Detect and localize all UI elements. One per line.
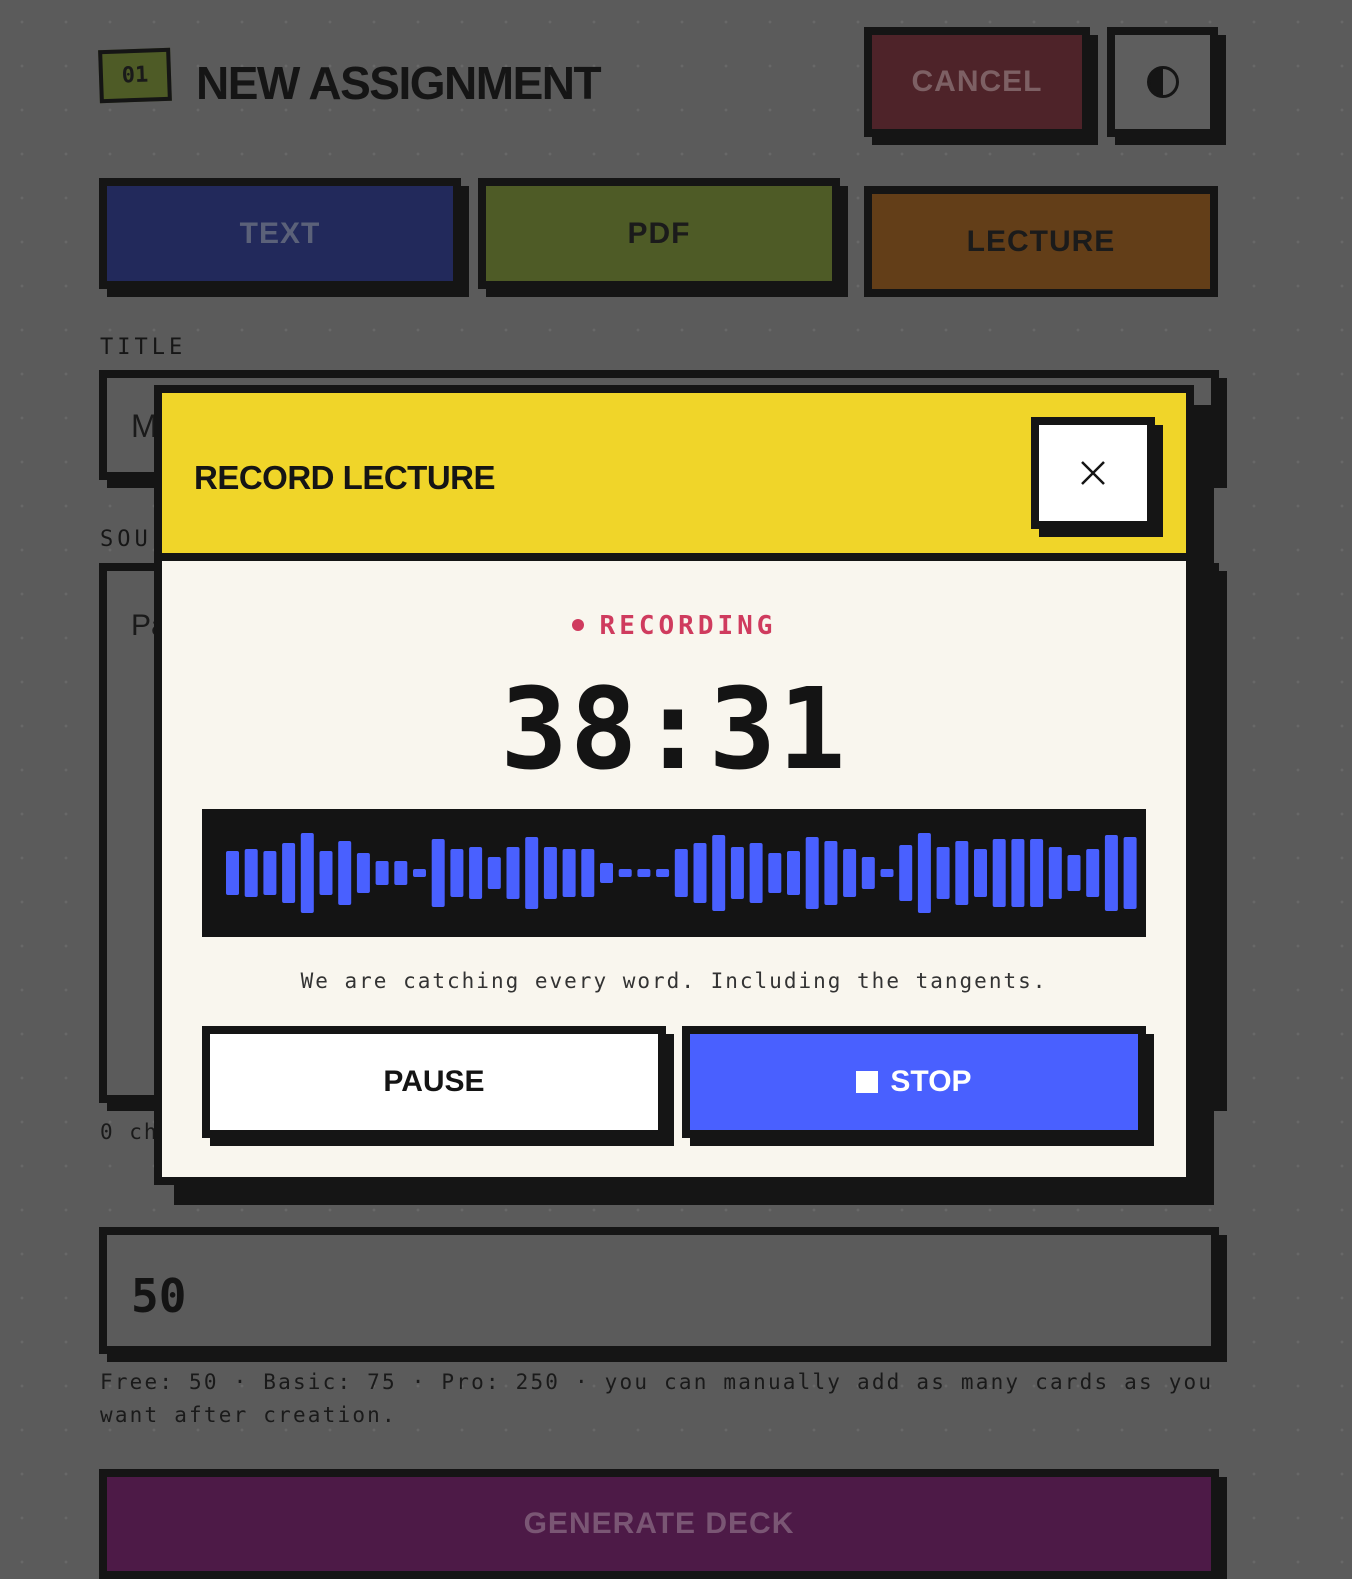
recording-dot-icon	[571, 618, 584, 631]
card-count-value: 50	[131, 1269, 187, 1323]
recording-caption: We are catching every word. Including th…	[300, 969, 1048, 993]
source-type-lecture-button[interactable]: LECTURE	[864, 186, 1218, 297]
waveform-bar	[861, 857, 875, 889]
waveform-bar	[1104, 835, 1118, 911]
waveform-bar	[543, 847, 557, 899]
waveform-bar	[1011, 839, 1025, 907]
stop-button[interactable]: STOP	[682, 1026, 1146, 1138]
source-label: SOU	[100, 527, 152, 552]
card-count-input[interactable]: 50	[99, 1227, 1219, 1354]
waveform-bar	[618, 869, 632, 877]
waveform-bar	[1048, 847, 1062, 899]
modal-title: RECORD LECTURE	[194, 459, 496, 496]
waveform-bar	[693, 843, 707, 903]
waveform-bar	[375, 861, 389, 885]
waveform-bar	[1030, 839, 1044, 907]
source-type-text-button[interactable]: TEXT	[99, 178, 461, 289]
waveform-bar	[282, 843, 296, 903]
step-number: 01	[121, 62, 149, 89]
waveform-bars	[226, 833, 1137, 913]
waveform-bar	[1086, 849, 1100, 897]
waveform-bar	[394, 861, 408, 885]
waveform-bar	[880, 869, 894, 877]
waveform-bar	[768, 853, 782, 893]
pause-label: PAUSE	[383, 1065, 485, 1098]
waveform-bar	[824, 841, 838, 905]
waveform-bar	[899, 845, 913, 901]
title-label: TITLE	[100, 335, 187, 360]
stop-icon	[856, 1071, 879, 1093]
waveform-bar	[469, 847, 483, 899]
waveform-bar	[843, 849, 857, 897]
stop-label: STOP	[890, 1065, 972, 1098]
waveform-bar	[674, 849, 688, 897]
waveform-bar	[562, 849, 576, 897]
waveform-bar	[525, 837, 539, 909]
waveform-bar	[1067, 855, 1081, 891]
recording-timer: 38:31	[500, 665, 848, 795]
waveform-bar	[338, 841, 352, 905]
waveform-bar	[917, 833, 931, 913]
contrast-icon	[1146, 66, 1179, 98]
waveform-bar	[244, 849, 258, 897]
waveform-bar	[319, 851, 333, 895]
waveform-bar	[1123, 837, 1137, 909]
waveform-bar	[936, 847, 950, 899]
source-type-pdf-button[interactable]: PDF	[478, 178, 840, 289]
cancel-button[interactable]: CANCEL	[864, 27, 1090, 137]
waveform-bar	[581, 849, 595, 897]
generate-deck-button[interactable]: GENERATE DECK	[99, 1469, 1219, 1579]
waveform-bar	[656, 869, 670, 877]
waveform-bar	[506, 847, 520, 899]
record-lecture-modal: RECORD LECTURE RECORDING 38:31 We are ca…	[154, 385, 1194, 1185]
waveform-bar	[712, 835, 726, 911]
modal-header: RECORD LECTURE	[162, 393, 1186, 561]
theme-toggle-button[interactable]	[1107, 27, 1218, 137]
waveform-bar	[431, 839, 445, 907]
waveform-bar	[487, 857, 501, 889]
page-title: NEW ASSIGNMENT	[196, 57, 602, 109]
waveform-bar	[805, 837, 819, 909]
waveform-bar	[263, 851, 277, 895]
close-button[interactable]	[1031, 417, 1155, 529]
pause-button[interactable]: PAUSE	[202, 1026, 666, 1138]
card-count-help: Free: 50 · Basic: 75 · Pro: 250 · you ca…	[100, 1370, 1214, 1427]
waveform-bar	[226, 851, 239, 895]
waveform-bar	[413, 869, 426, 877]
waveform-bar	[300, 833, 314, 913]
waveform-bar	[356, 853, 370, 893]
waveform-bar	[637, 869, 651, 877]
waveform-bar	[955, 841, 969, 905]
waveform-bar	[992, 839, 1006, 907]
close-icon	[1081, 461, 1105, 485]
waveform-bar	[730, 847, 744, 899]
char-count: 0 ch	[100, 1120, 159, 1144]
recording-status-text: RECORDING	[599, 611, 777, 641]
waveform	[202, 809, 1146, 937]
step-badge: 01	[98, 47, 172, 104]
waveform-bar	[974, 849, 987, 897]
waveform-bar	[450, 849, 464, 897]
recording-status: RECORDING	[162, 611, 1186, 641]
waveform-bar	[787, 851, 800, 895]
waveform-bar	[749, 843, 763, 903]
waveform-bar	[600, 863, 613, 883]
